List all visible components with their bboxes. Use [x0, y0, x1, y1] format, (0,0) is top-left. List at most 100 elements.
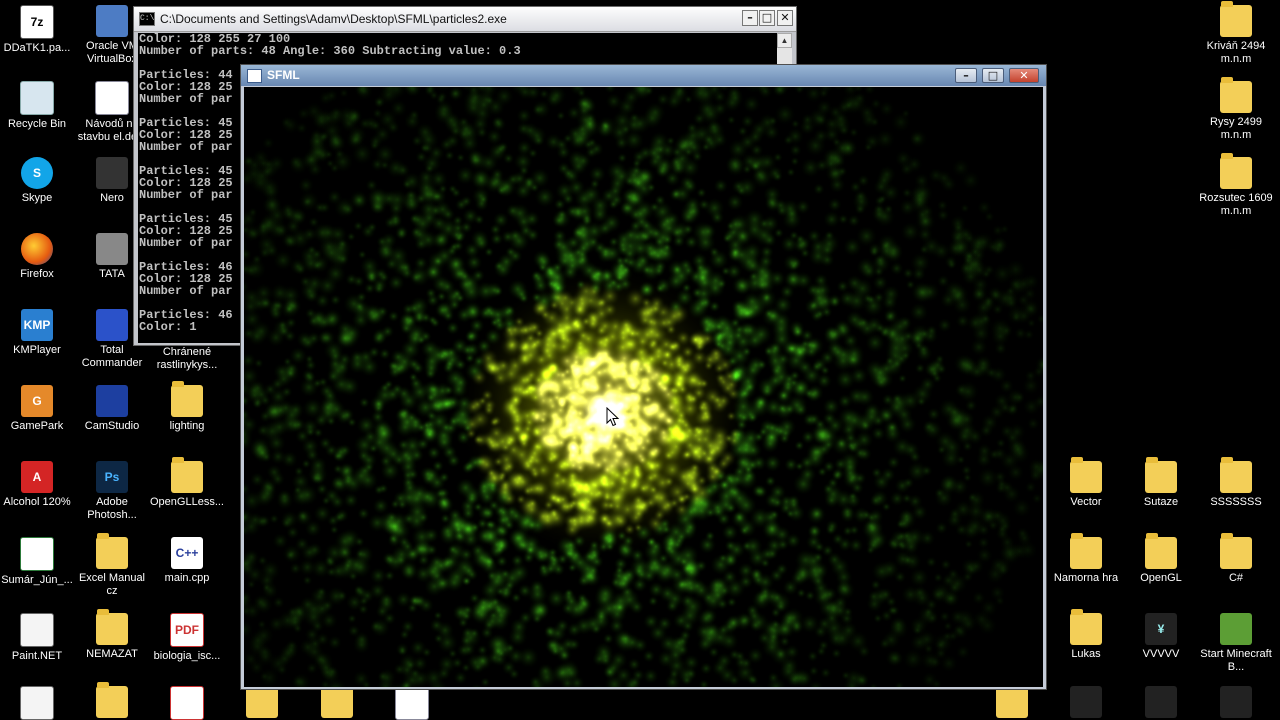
sfml-titlebar[interactable]: SFML – □ ✕: [241, 65, 1046, 86]
document-icon: [395, 686, 429, 720]
desktop-icon-bottom[interactable]: [150, 686, 224, 720]
desktop-icon-right[interactable]: SSSSSSS: [1199, 457, 1273, 509]
desktop-icon-bottom[interactable]: [1124, 686, 1198, 718]
desktop-icon-bottom[interactable]: [225, 682, 299, 718]
close-button[interactable]: ✕: [777, 10, 793, 26]
minimize-button[interactable]: –: [742, 10, 758, 26]
folder-icon: [1220, 77, 1252, 113]
desktop-icon-right[interactable]: Rozsutec 1609 m.n.m: [1199, 153, 1273, 218]
desktop-icon-left[interactable]: Firefox: [0, 233, 74, 281]
folder-icon: [96, 533, 128, 569]
desktop-icon-label: Alcohol 120%: [3, 496, 71, 508]
maximize-button[interactable]: □: [759, 10, 775, 26]
desktop-icon-right[interactable]: Namorna hra: [1049, 533, 1123, 585]
desktop-icon-label: Rozsutec 1609 m.n.m: [1199, 192, 1273, 217]
app-icon: [1220, 686, 1252, 718]
recycle-bin-icon: [20, 81, 54, 115]
desktop-icon-left[interactable]: CamStudio: [75, 385, 149, 433]
desktop-icon-label: Start Minecraft B...: [1200, 648, 1272, 673]
desktop-icon-bottom[interactable]: [975, 682, 1049, 718]
desktop-icon-label: Namorna hra: [1053, 572, 1119, 584]
folder-icon: [1070, 457, 1102, 493]
desktop-icon-left[interactable]: NEMAZAT: [75, 609, 149, 661]
folder-icon: [1220, 533, 1252, 569]
alcohol-icon: A: [21, 461, 53, 493]
desktop-icon-label: biologia_isc...: [153, 650, 221, 662]
desktop-icon-label: Vector: [1070, 496, 1102, 508]
scroll-up-icon[interactable]: ▲: [777, 33, 792, 48]
desktop-icon-right[interactable]: C#: [1199, 533, 1273, 585]
desktop-icon-bottom[interactable]: [375, 686, 449, 720]
sfml-app-icon: [247, 69, 262, 83]
desktop-icon-label: Paint.NET: [11, 650, 63, 662]
nero-icon: [96, 157, 128, 189]
desktop-icon-left[interactable]: 7z DDaTK1.pa...: [0, 5, 74, 55]
desktop-icon-label: Skype: [21, 192, 53, 204]
desktop-icon-label: VVVVV: [1142, 648, 1180, 660]
desktop-icon-label: Lukas: [1071, 648, 1101, 660]
sfml-title: SFML: [267, 68, 300, 82]
desktop-icon-label: Sutaze: [1143, 496, 1179, 508]
desktop-icon-right[interactable]: Start Minecraft B...: [1199, 613, 1273, 674]
folder-icon: [171, 457, 203, 493]
pdf-icon: PDF: [170, 613, 204, 647]
desktop-icon-label: Chránené rastlinykys...: [156, 346, 218, 371]
app-icon: ¥: [1145, 613, 1177, 645]
desktop-icon-bottom[interactable]: [75, 682, 149, 718]
photoshop-icon: Ps: [96, 461, 128, 493]
folder-icon: [1070, 533, 1102, 569]
folder-icon: [1145, 457, 1177, 493]
desktop-icon-left[interactable]: S Skype: [0, 157, 74, 205]
desktop-icon-label: Total Commander: [81, 344, 143, 369]
desktop-icon-left[interactable]: A Alcohol 120%: [0, 461, 74, 509]
gamepark-icon: G: [21, 385, 53, 417]
desktop-icon-bottom[interactable]: [0, 686, 74, 720]
paint-net-icon: [20, 613, 54, 647]
desktop-icon-right[interactable]: Vector: [1049, 457, 1123, 509]
desktop-icon-left[interactable]: PDF biologia_isc...: [150, 613, 224, 663]
desktop-icon-label: SSSSSSS: [1210, 496, 1262, 508]
sfml-maximize-button[interactable]: □: [982, 68, 1004, 83]
desktop-icon-bottom[interactable]: [1199, 686, 1273, 718]
paint-net-icon: [20, 686, 54, 720]
console-title: C:\Documents and Settings\Adamv\Desktop\…: [160, 12, 507, 26]
desktop-icon-right[interactable]: Sutaze: [1124, 457, 1198, 509]
desktop-icon-left[interactable]: Paint.NET: [0, 613, 74, 663]
desktop-icon-right[interactable]: Kriváň 2494 m.n.m: [1199, 1, 1273, 66]
desktop-icon-right[interactable]: Lukas: [1049, 609, 1123, 661]
particle-canvas[interactable]: [244, 87, 1043, 687]
desktop-icon-label: main.cpp: [164, 572, 210, 584]
desktop-icon-left[interactable]: Recycle Bin: [0, 81, 74, 131]
cpp-file-icon: C++: [171, 537, 203, 569]
folder-icon: [321, 682, 353, 718]
total-commander-icon: [96, 309, 128, 341]
desktop-icon-left[interactable]: Ps Adobe Photosh...: [75, 461, 149, 522]
desktop-icon-label: Rysy 2499 m.n.m: [1210, 116, 1262, 141]
sfml-window[interactable]: SFML – □ ✕: [240, 64, 1047, 690]
desktop-icon-left[interactable]: lighting: [150, 381, 224, 433]
desktop-icon-label: GamePark: [10, 420, 64, 432]
desktop-icon-left[interactable]: G GamePark: [0, 385, 74, 433]
desktop-icon-label: NEMAZAT: [86, 648, 138, 660]
folder-icon: [1070, 609, 1102, 645]
desktop-icon-left[interactable]: Sumár_Jún_...: [0, 537, 74, 587]
desktop-icon-left[interactable]: OpenGLLess...: [150, 457, 224, 509]
folder-icon: [1220, 1, 1252, 37]
desktop-icon-label: KMPlayer: [13, 344, 61, 356]
kmplayer-icon: KMP: [21, 309, 53, 341]
document-icon: [95, 81, 129, 115]
desktop-icon-bottom[interactable]: [1049, 686, 1123, 718]
desktop-icon-left[interactable]: Excel Manual cz: [75, 533, 149, 598]
sfml-minimize-button[interactable]: –: [955, 68, 977, 83]
desktop-icon-left[interactable]: C++ main.cpp: [150, 537, 224, 585]
folder-icon: [96, 609, 128, 645]
desktop-icon-right[interactable]: ¥ VVVVV: [1124, 613, 1198, 661]
desktop-icon-right[interactable]: OpenGL: [1124, 533, 1198, 585]
sfml-close-button[interactable]: ✕: [1009, 68, 1039, 83]
desktop-icon-left[interactable]: KMP KMPlayer: [0, 309, 74, 357]
console-titlebar[interactable]: C:\ C:\Documents and Settings\Adamv\Desk…: [134, 7, 796, 32]
folder-icon: [96, 682, 128, 718]
desktop-icon-label: Recycle Bin: [7, 118, 67, 130]
desktop-icon-bottom[interactable]: [300, 682, 374, 718]
desktop-icon-right[interactable]: Rysy 2499 m.n.m: [1199, 77, 1273, 142]
